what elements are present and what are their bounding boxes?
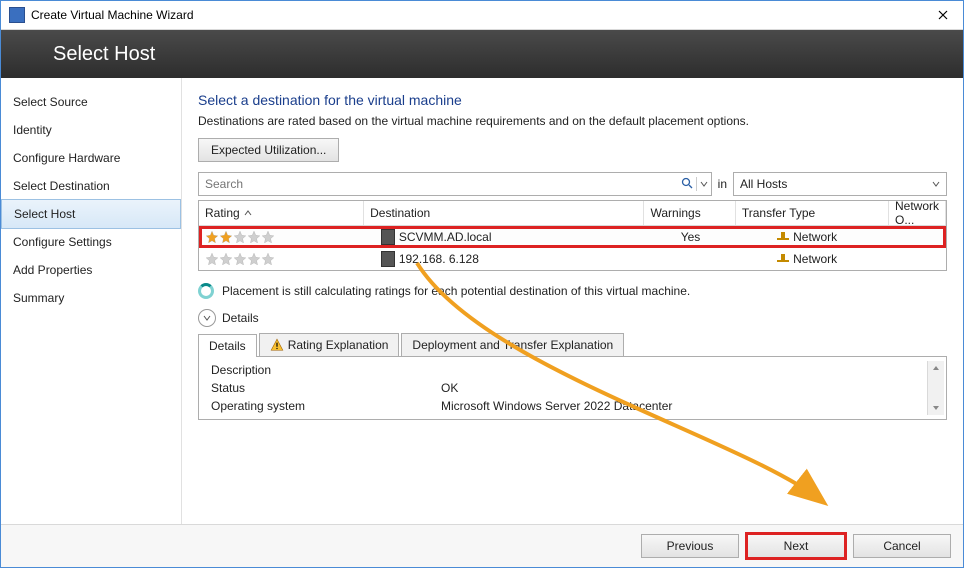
search-dropdown-icon[interactable] bbox=[696, 177, 711, 191]
detail-row: Description bbox=[203, 361, 927, 379]
rating-cell bbox=[199, 252, 375, 266]
destination-cell: 192.168. 6.128 bbox=[375, 251, 675, 267]
warnings-cell: Yes bbox=[675, 230, 771, 244]
step-configure-settings[interactable]: Configure Settings bbox=[1, 228, 181, 256]
star-rating-icon bbox=[205, 252, 275, 266]
network-icon bbox=[777, 254, 789, 264]
col-destination[interactable]: Destination bbox=[364, 201, 644, 225]
network-icon bbox=[777, 232, 789, 242]
titlebar: Create Virtual Machine Wizard bbox=[1, 1, 963, 30]
scroll-down-icon[interactable] bbox=[929, 401, 943, 415]
detail-value bbox=[441, 363, 919, 377]
window-title: Create Virtual Machine Wizard bbox=[31, 8, 923, 22]
close-button[interactable] bbox=[923, 1, 963, 29]
tab-deployment-and-transfer-explanation[interactable]: Deployment and Transfer Explanation bbox=[401, 333, 624, 356]
col-warnings[interactable]: Warnings bbox=[644, 201, 735, 225]
col-network-opt[interactable]: Network O... bbox=[889, 201, 946, 225]
step-sidebar: Select SourceIdentityConfigure HardwareS… bbox=[1, 78, 182, 524]
scope-value: All Hosts bbox=[740, 177, 787, 191]
status-row: Placement is still calculating ratings f… bbox=[198, 283, 947, 299]
step-select-source[interactable]: Select Source bbox=[1, 88, 181, 116]
next-button[interactable]: Next bbox=[747, 534, 845, 558]
search-icon[interactable] bbox=[678, 177, 696, 192]
step-select-host[interactable]: Select Host bbox=[1, 199, 181, 229]
detail-label: Status bbox=[211, 381, 441, 395]
destination-cell: SCVMM.AD.local bbox=[375, 229, 675, 245]
search-box bbox=[198, 172, 712, 196]
banner: Select Host bbox=[1, 30, 963, 78]
rating-cell bbox=[199, 230, 375, 244]
cancel-button[interactable]: Cancel bbox=[853, 534, 951, 558]
warning-icon bbox=[270, 338, 284, 352]
details-scrollbar[interactable] bbox=[927, 361, 944, 415]
wizard-window: Create Virtual Machine Wizard Select Hos… bbox=[0, 0, 964, 568]
close-icon bbox=[938, 10, 948, 20]
footer: Previous Next Cancel bbox=[1, 524, 963, 567]
transfer-type-cell: Network bbox=[771, 230, 934, 244]
col-transfer-type[interactable]: Transfer Type bbox=[736, 201, 889, 225]
details-panel: DescriptionStatusOKOperating systemMicro… bbox=[198, 357, 947, 420]
tab-rating-explanation[interactable]: Rating Explanation bbox=[259, 333, 400, 356]
main-panel: Select a destination for the virtual mac… bbox=[182, 78, 963, 524]
detail-value: Microsoft Windows Server 2022 Datacenter bbox=[441, 399, 919, 413]
details-tabs: DetailsRating ExplanationDeployment and … bbox=[198, 333, 947, 357]
grid-header: Rating Destination Warnings Transfer Typ… bbox=[199, 201, 946, 226]
col-rating[interactable]: Rating bbox=[199, 201, 364, 225]
tab-details[interactable]: Details bbox=[198, 334, 257, 357]
host-icon bbox=[381, 251, 395, 267]
app-icon bbox=[9, 7, 25, 23]
detail-row: Operating systemMicrosoft Windows Server… bbox=[203, 397, 927, 415]
body: Select SourceIdentityConfigure HardwareS… bbox=[1, 78, 963, 524]
chevron-down-icon bbox=[198, 309, 216, 327]
step-add-properties[interactable]: Add Properties bbox=[1, 256, 181, 284]
previous-button[interactable]: Previous bbox=[641, 534, 739, 558]
step-summary[interactable]: Summary bbox=[1, 284, 181, 312]
expected-utilization-button[interactable]: Expected Utilization... bbox=[198, 138, 339, 162]
step-configure-hardware[interactable]: Configure Hardware bbox=[1, 144, 181, 172]
search-input[interactable] bbox=[199, 177, 678, 191]
page-subtext: Destinations are rated based on the virt… bbox=[198, 114, 947, 128]
chevron-down-icon bbox=[932, 180, 940, 188]
banner-title: Select Host bbox=[53, 43, 155, 66]
host-icon bbox=[381, 229, 395, 245]
detail-label: Description bbox=[211, 363, 441, 377]
page-heading: Select a destination for the virtual mac… bbox=[198, 92, 947, 108]
transfer-type-cell: Network bbox=[771, 252, 934, 266]
step-select-destination[interactable]: Select Destination bbox=[1, 172, 181, 200]
details-label: Details bbox=[222, 311, 259, 325]
host-grid: Rating Destination Warnings Transfer Typ… bbox=[198, 200, 947, 271]
star-rating-icon bbox=[205, 230, 275, 244]
detail-value: OK bbox=[441, 381, 919, 395]
step-identity[interactable]: Identity bbox=[1, 116, 181, 144]
host-row[interactable]: 192.168. 6.128 Network bbox=[199, 248, 946, 270]
scope-select[interactable]: All Hosts bbox=[733, 172, 947, 196]
spinner-icon bbox=[198, 283, 214, 299]
sort-icon bbox=[244, 209, 252, 217]
in-label: in bbox=[718, 177, 727, 191]
details-expander[interactable]: Details bbox=[198, 309, 947, 327]
host-row[interactable]: SCVMM.AD.localYesNetwork bbox=[199, 226, 946, 248]
search-row: in All Hosts bbox=[198, 172, 947, 196]
detail-row: StatusOK bbox=[203, 379, 927, 397]
detail-label: Operating system bbox=[211, 399, 441, 413]
grid-body: SCVMM.AD.localYesNetwork 192.168. 6.128 Ne… bbox=[199, 226, 946, 270]
scroll-up-icon[interactable] bbox=[929, 361, 943, 375]
status-message: Placement is still calculating ratings f… bbox=[222, 284, 690, 298]
details-content: DescriptionStatusOKOperating systemMicro… bbox=[203, 361, 927, 415]
